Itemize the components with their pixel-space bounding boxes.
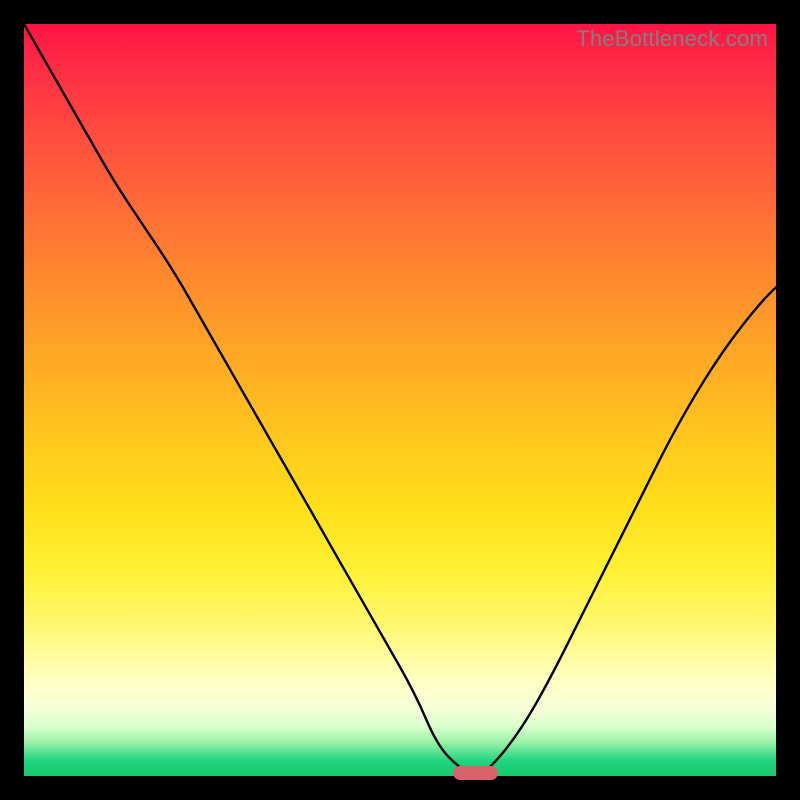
bottleneck-curve: [24, 24, 776, 776]
chart-frame: TheBottleneck.com: [0, 0, 800, 800]
chart-plot-area: TheBottleneck.com: [24, 24, 776, 776]
optimum-marker: [453, 766, 498, 780]
curve-path: [24, 24, 776, 774]
